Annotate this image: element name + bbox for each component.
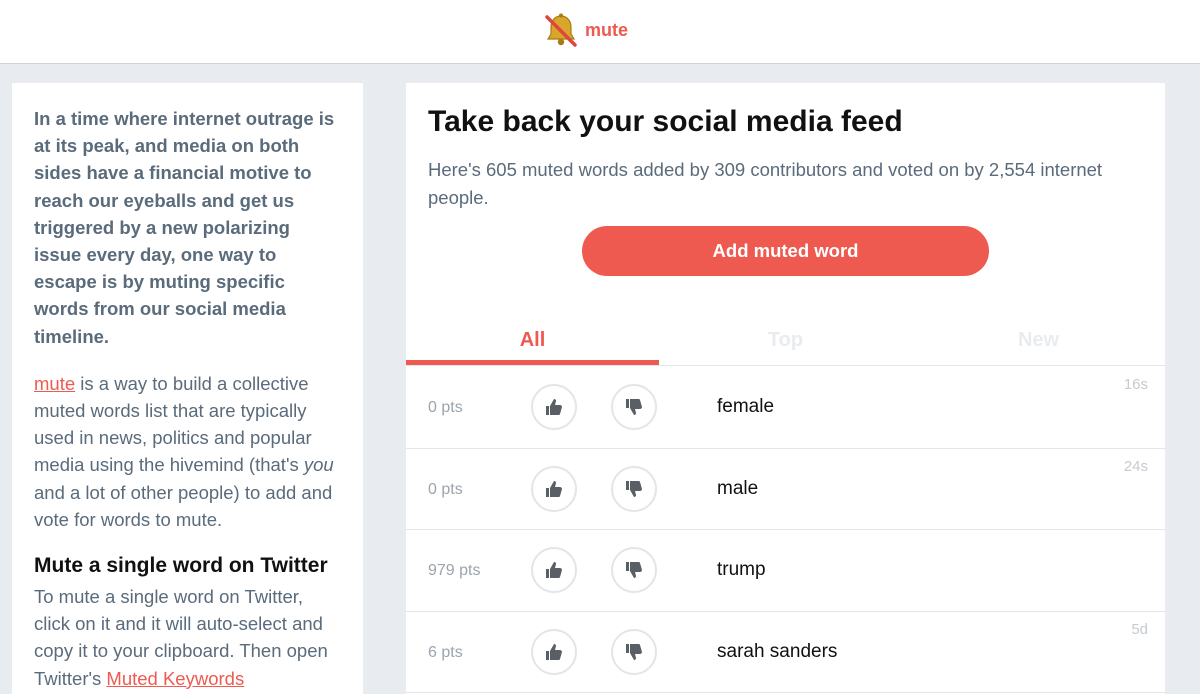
upvote-button[interactable] [531, 628, 577, 675]
thumbs-up-icon [546, 643, 562, 660]
tab-bar: All Top New [406, 321, 1165, 366]
tab-new[interactable]: New [912, 321, 1165, 365]
word-row: 0 pts female 16s [406, 367, 1165, 449]
page-title: Take back your social media feed [428, 105, 903, 138]
muted-word[interactable]: male [717, 478, 758, 500]
word-row: 0 pts male 24s [406, 449, 1165, 530]
points-label: 6 pts [428, 643, 463, 661]
downvote-button[interactable] [611, 547, 657, 593]
upvote-button[interactable] [531, 384, 577, 430]
word-age: 24s [1123, 457, 1148, 475]
thumbs-down-icon [626, 480, 642, 497]
thumbs-up-icon [546, 480, 562, 497]
downvote-button[interactable] [611, 465, 657, 512]
brand-logo[interactable]: mute [543, 10, 628, 50]
muted-word[interactable]: female [717, 396, 774, 418]
upvote-button[interactable] [531, 547, 577, 593]
thumbs-down-icon [626, 562, 642, 578]
tab-top[interactable]: Top [659, 321, 912, 365]
muted-bell-icon [545, 13, 577, 47]
top-bar: mute [0, 0, 1200, 64]
downvote-button[interactable] [611, 628, 657, 675]
word-age: 16s [1123, 376, 1148, 393]
about-text-b: and a lot of other people) to add and vo… [34, 481, 333, 530]
word-row: 979 pts trump [406, 530, 1165, 612]
word-row: 6 pts sarah sanders 5d [406, 612, 1165, 693]
downvote-button[interactable] [611, 384, 657, 430]
twitter-instructions: To mute a single word on Twitter, click … [34, 583, 341, 692]
add-muted-word-button[interactable]: Add muted word [582, 226, 989, 276]
thumbs-up-icon [546, 399, 562, 415]
brand-name: mute [585, 19, 629, 40]
about-text-a: is a way to build a collective muted wor… [34, 372, 312, 476]
thumbs-down-icon [626, 399, 642, 415]
feed-panel: Take back your social media feed Here's … [406, 83, 1165, 694]
points-label: 0 pts [428, 480, 463, 498]
stats-subtitle: Here's 605 muted words added by 309 cont… [428, 159, 1103, 208]
muted-word[interactable]: sarah sanders [717, 641, 837, 663]
mute-link[interactable]: mute [34, 373, 75, 394]
muted-word[interactable]: trump [717, 559, 766, 581]
about-text-em: you [303, 454, 334, 476]
tab-all[interactable]: All [406, 321, 659, 365]
twitter-heading: Mute a single word on Twitter [34, 554, 328, 578]
muted-keywords-link[interactable]: Muted Keywords [106, 668, 244, 689]
about-paragraph: mute is a way to build a collective mute… [34, 370, 341, 533]
word-age: 5d [1131, 620, 1148, 638]
word-list: 0 pts female 16s 0 pts male 24s 979 pts [406, 367, 1165, 693]
points-label: 0 pts [428, 399, 463, 416]
thumbs-up-icon [546, 562, 562, 578]
thumbs-down-icon [626, 643, 642, 660]
points-label: 979 pts [428, 562, 481, 579]
upvote-button[interactable] [531, 465, 577, 512]
about-panel: In a time where internet outrage is at i… [12, 83, 363, 694]
intro-text: In a time where internet outrage is at i… [34, 108, 335, 347]
